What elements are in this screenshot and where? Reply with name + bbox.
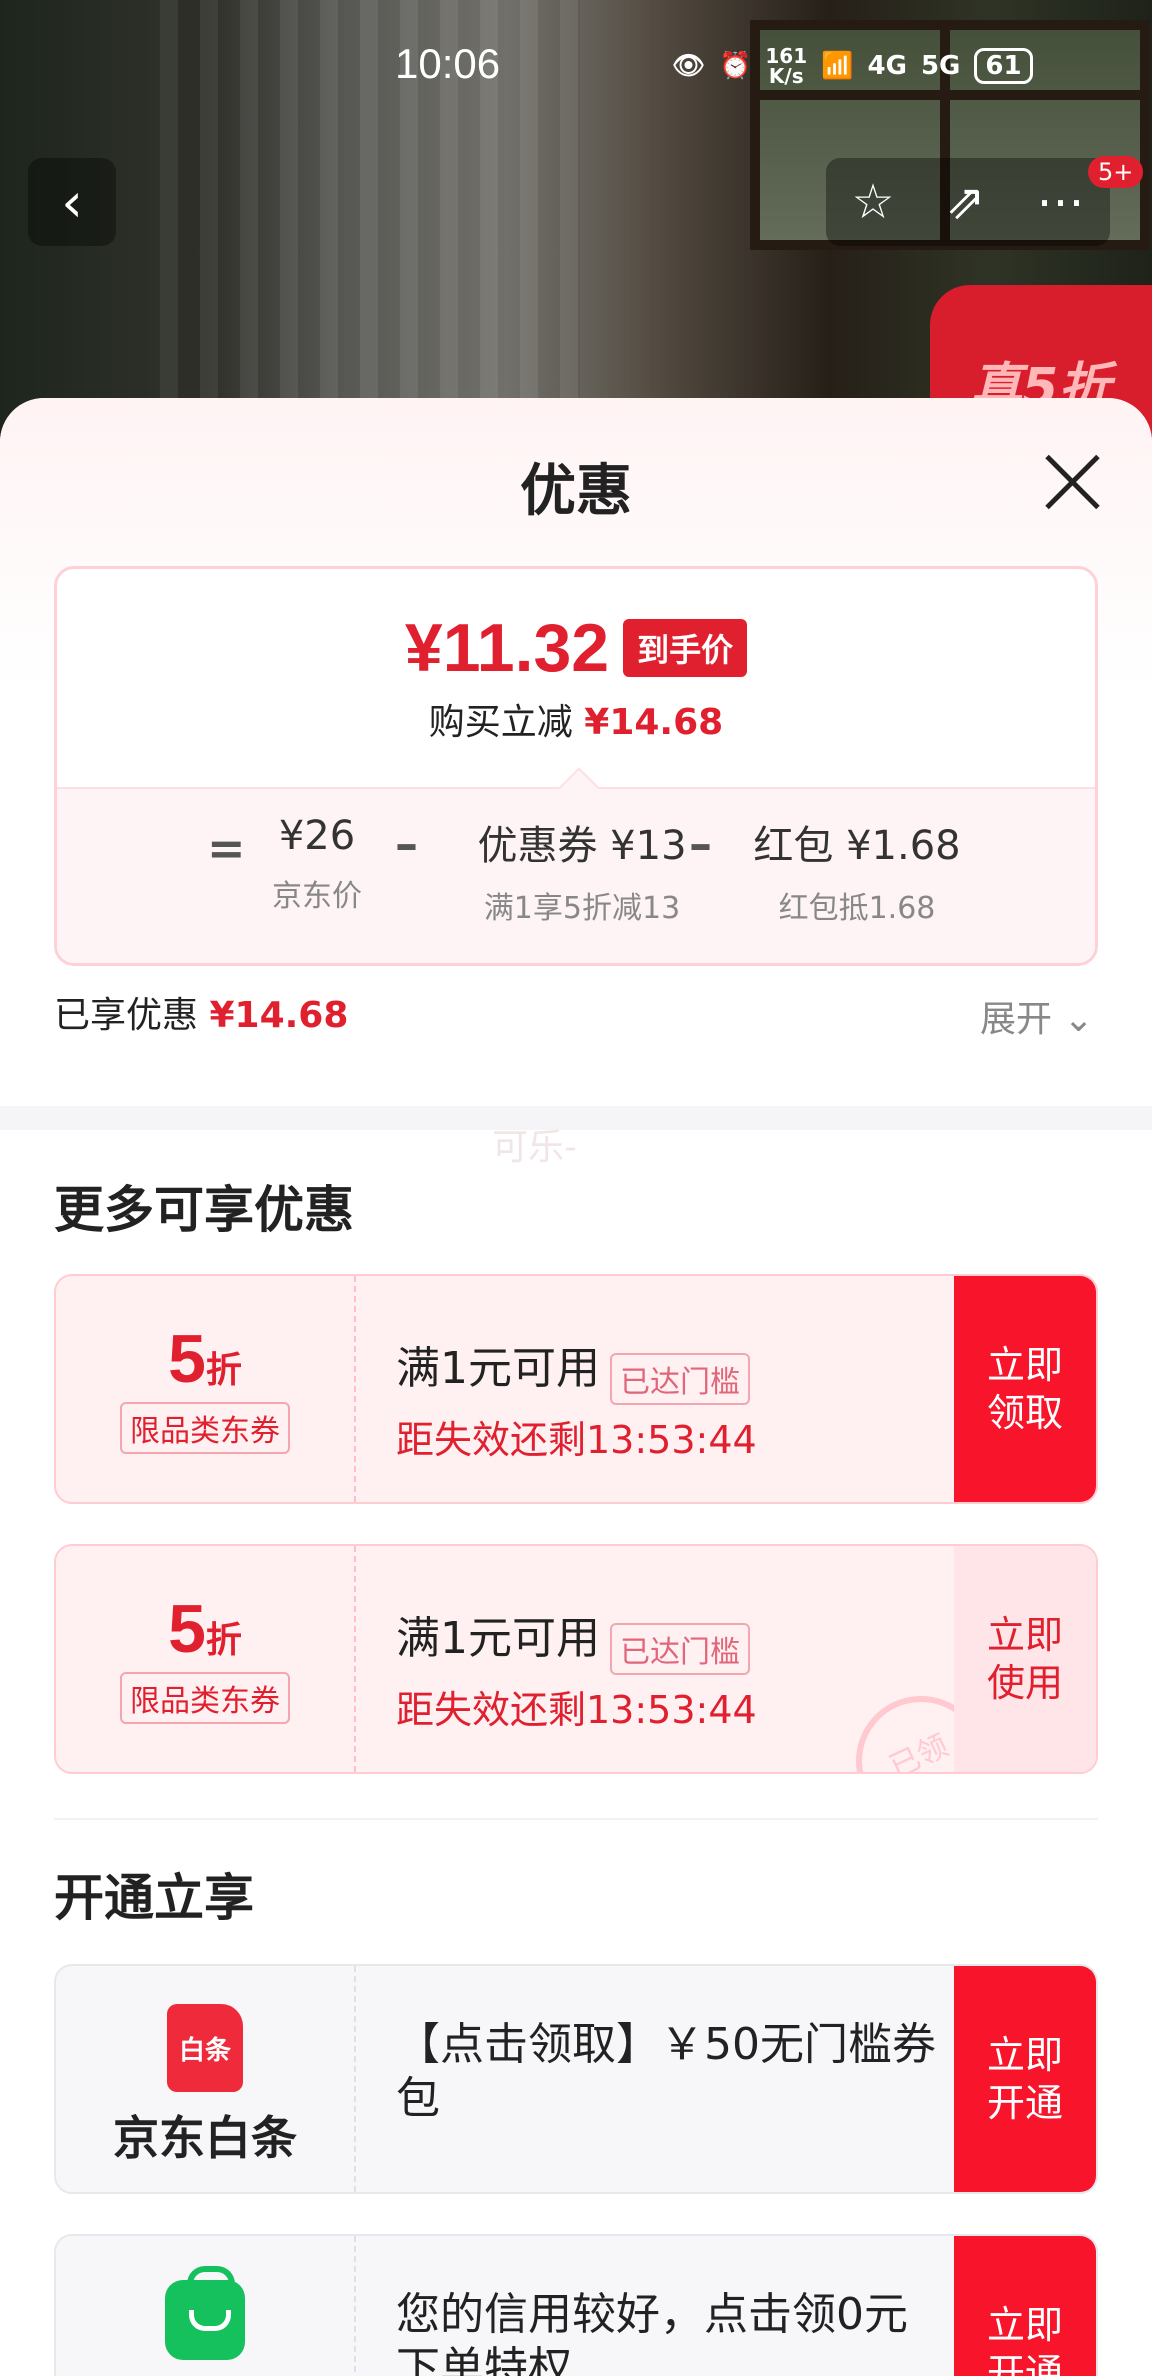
section-divider [54,1818,1098,1820]
threshold-reached-badge: 已达门槛 [610,1622,750,1675]
more-icon[interactable]: ⋯ [1037,174,1085,230]
share-icon[interactable]: ⇗ [945,174,985,230]
open-benefits-title: 开通立享 [54,1869,254,1927]
enjoyed-discount: 已享优惠 ¥14.68 [54,995,349,1036]
coupon-card: 5折 限品类东券 满1元可用 已达门槛 距失效还剩13:53:44 立即 领取 [54,1274,1098,1504]
alarm-icon: ⏰ [719,51,752,81]
coupon-card: 5折 限品类东券 满1元可用 已达门槛 距失效还剩13:53:44 已领 立即 使… [54,1544,1098,1774]
coupon-discount: 5折 [168,1591,242,1667]
shopping-bag-icon [165,2266,245,2360]
signal-4g: 4G [867,51,907,81]
chevron-down-icon: ⌄ [1063,999,1094,1040]
coupon-discount: 5折 [168,1321,242,1397]
expand-toggle[interactable]: 展开 ⌄ [980,990,1094,1042]
top-actions: ☆ ⇗ ⋯ [826,158,1110,246]
minus-sign: – [689,817,712,871]
final-price-tag: 到手价 [623,619,748,677]
claim-coupon-button[interactable]: 立即 领取 [954,1276,1096,1502]
coupon-condition: 满1元可用 [396,1343,600,1394]
watermark: 可乐- [492,1127,577,1168]
battery-indicator: 61 [974,48,1033,84]
coupon-condition: 满1元可用 [396,1613,600,1664]
sheet-title: 优惠 [520,459,632,524]
clock: 10:06 [395,40,501,87]
chevron-left-icon: ‹ [61,170,83,234]
coupon-kind: 限品类东券 [120,1672,290,1724]
open-credit-button[interactable]: 立即 开通 [954,2236,1096,2376]
star-icon[interactable]: ☆ [851,174,894,230]
close-icon[interactable] [1040,450,1104,514]
price-breakdown: = ¥26 京东价 – 优惠券 ¥13 满1享5折减13 – 红包 ¥1.68 … [57,767,1095,963]
brand-name: 京东白条 [113,2111,297,2165]
coupon-countdown: 距失效还剩13:53:44 [396,1687,757,1732]
message-badge: 5+ [1088,156,1144,188]
threshold-reached-badge: 已达门槛 [610,1352,750,1405]
credit-offer-card: 您的信用较好，点击领0元下单特权 立即 开通 [54,2234,1098,2376]
coupon-countdown: 距失效还剩13:53:44 [396,1417,757,1462]
baitiao-offer-card: 白条 京东白条 【点击领取】￥50无门槛券包 立即 开通 [54,1964,1098,2194]
final-price: ¥11.32 [404,610,610,686]
eye-icon: 👁 [672,51,706,81]
signal-5g: 5G [920,51,961,81]
breakdown-coupon: 优惠券 ¥13 满1享5折减13 [477,823,687,926]
price-summary-card: ¥11.32 到手价 购买立减 ¥14.68 = ¥26 京东价 – 优惠券 ¥… [54,566,1098,966]
offer-description: 【点击领取】￥50无门槛券包 [396,2019,936,2124]
more-offers-title: 更多可享优惠 [54,1181,354,1239]
status-icons: 👁 ⏰ 161 K/s 📶 4G 5G 61 [672,46,1033,86]
breakdown-jd-price: ¥26 京东价 [272,813,362,914]
open-baitiao-button[interactable]: 立即 开通 [954,1966,1096,2192]
back-button[interactable]: ‹ [28,158,116,246]
baitiao-icon: 白条 [167,2004,243,2092]
status-bar: 10:06 👁 ⏰ 161 K/s 📶 4G 5G 61 [0,0,1152,130]
network-speed: 161 K/s [765,44,808,88]
breakdown-redpacket: 红包 ¥1.68 红包抵1.68 [753,823,961,926]
coupon-kind: 限品类东券 [120,1402,290,1454]
wifi-icon: 📶 [821,51,854,81]
use-coupon-button[interactable]: 立即 使用 [954,1546,1096,1772]
instant-discount: 购买立减 ¥14.68 [428,702,724,743]
offer-description: 您的信用较好，点击领0元下单特权 [396,2289,908,2376]
minus-sign: – [395,817,418,871]
discount-sheet: 优惠 ¥11.32 到手价 购买立减 ¥14.68 = ¥26 京东价 – 优惠… [0,398,1152,2376]
